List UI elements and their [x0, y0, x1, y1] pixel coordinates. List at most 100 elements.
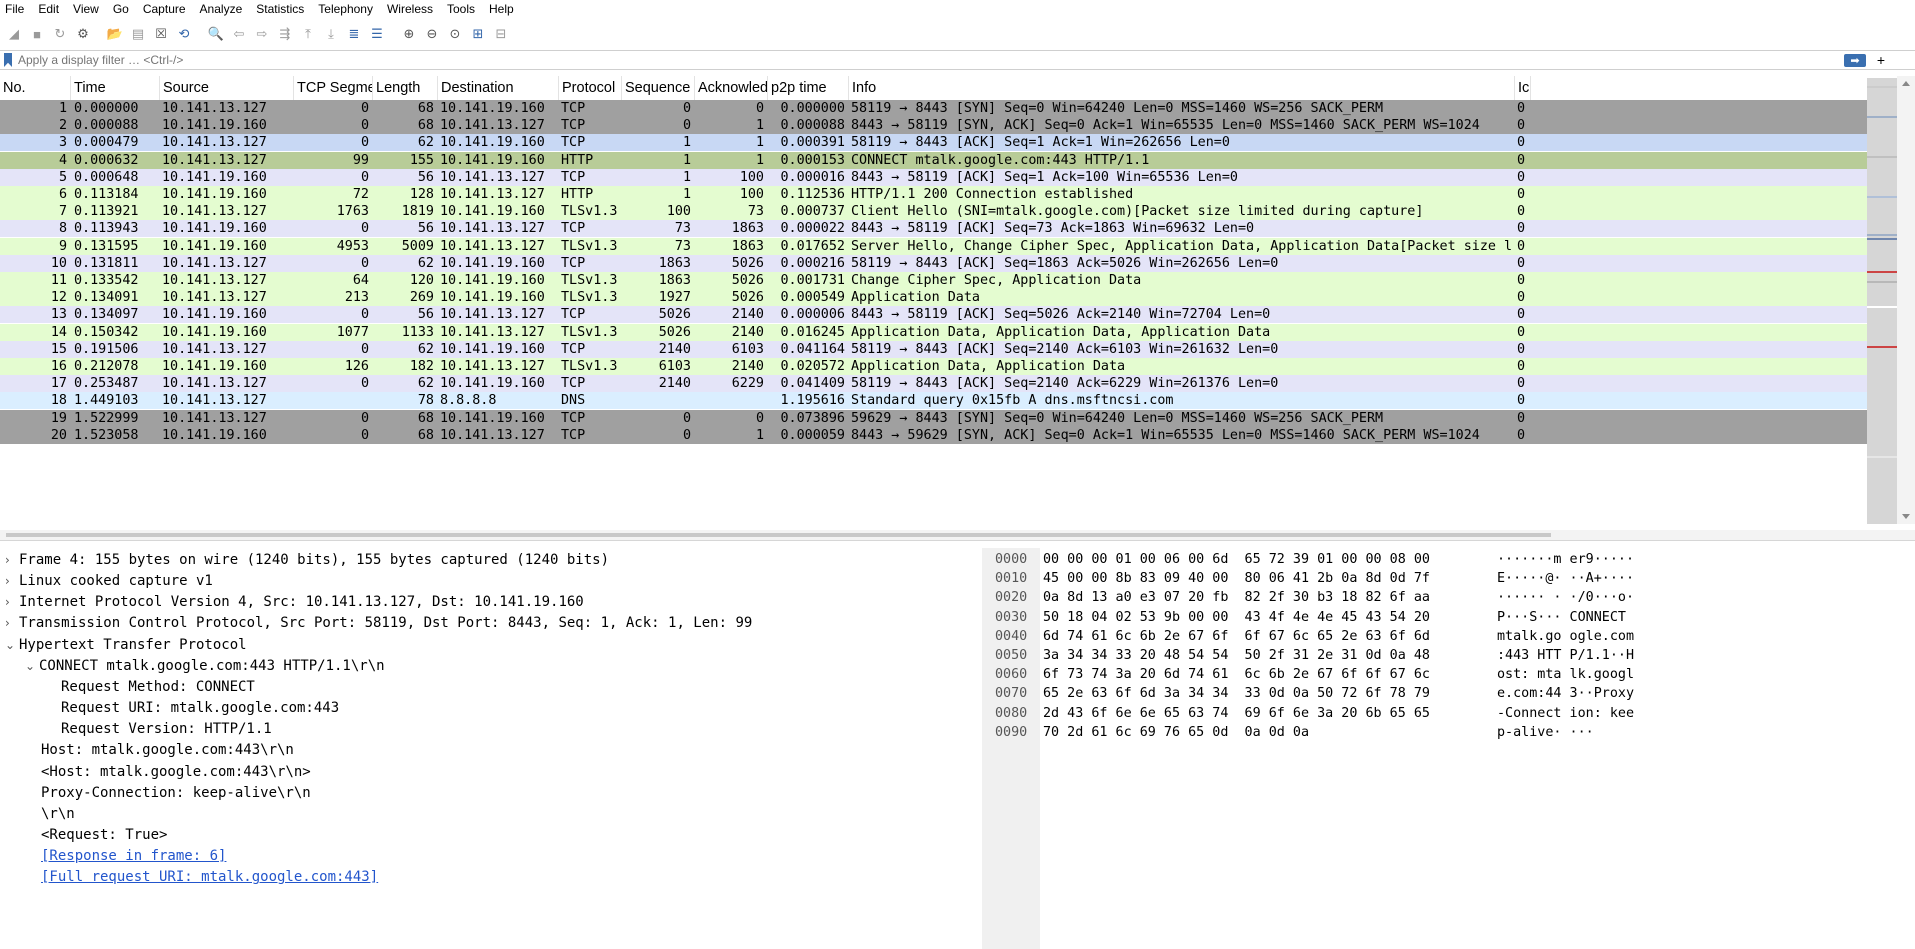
autoscroll-icon[interactable]: ≣	[344, 23, 364, 45]
packet-row[interactable]: 4 0.000632 10.141.13.127 99 155 10.141.19.160…	[0, 151, 1867, 169]
packet-row[interactable]: 12 0.134091 10.141.13.127 213 269 10.141.19.1…	[0, 289, 1867, 307]
hex-bytes[interactable]: 45 00 00 8b 83 09 40 00 80 06 41 2b 0a 8…	[1043, 569, 1430, 588]
tree-item[interactable]: <Host: mtalk.google.com:443\r\n>	[25, 762, 311, 783]
hex-ascii[interactable]: ·······m er9·····	[1497, 550, 1634, 569]
menu-wireless[interactable]: Wireless	[380, 0, 440, 18]
menu-analyze[interactable]: Analyze	[193, 0, 250, 18]
open-file-icon[interactable]: 📂	[105, 23, 125, 45]
tree-item[interactable]: › Linux cooked capture v1	[5, 571, 213, 592]
tree-item[interactable]: ⌄ CONNECT mtalk.google.com:443 HTTP/1.1\r…	[25, 656, 385, 677]
tree-link[interactable]: [Full request URI: mtalk.google.com:443]	[25, 867, 378, 888]
hex-bytes[interactable]: 70 2d 61 6c 69 76 65 0d 0a 0d 0a	[1043, 723, 1309, 742]
apply-filter-button[interactable]: ➡	[1844, 53, 1866, 67]
header-col-no[interactable]: No.	[0, 76, 71, 100]
hex-ascii[interactable]: P···S··· CONNECT	[1497, 608, 1634, 627]
packet-row[interactable]: 17 0.253487 10.141.13.127 0 62 10.141.19.160 T…	[0, 375, 1867, 393]
hscroll-thumb[interactable]	[6, 533, 1551, 537]
collapsed-caret-icon[interactable]: ›	[5, 550, 19, 571]
packet-row[interactable]: 14 0.150342 10.141.19.160 1077 1133 10.141.13…	[0, 323, 1867, 341]
hex-ascii[interactable]: -Connect ion: kee	[1497, 704, 1634, 723]
tree-item[interactable]: Proxy-Connection: keep-alive\r\n	[25, 783, 311, 804]
hex-bytes[interactable]: 2d 43 6f 6e 6e 65 63 74 69 6f 6e 3a 20 6…	[1043, 704, 1430, 723]
display-filter-input[interactable]	[18, 52, 1840, 68]
menu-go[interactable]: Go	[106, 0, 136, 18]
packet-row[interactable]: 10 0.131811 10.141.13.127 0 62 10.141.19.160 T…	[0, 254, 1867, 272]
close-file-icon[interactable]: ☒	[151, 23, 171, 45]
packet-row[interactable]: 15 0.191506 10.141.13.127 0 62 10.141.19.160 T…	[0, 340, 1867, 358]
menu-tools[interactable]: Tools	[440, 0, 482, 18]
menu-statistics[interactable]: Statistics	[249, 0, 311, 18]
shark-fin-start-icon[interactable]: ◢	[4, 23, 24, 45]
collapsed-caret-icon[interactable]: ›	[5, 613, 19, 634]
reload-file-icon[interactable]: ⟲	[174, 23, 194, 45]
menu-file[interactable]: File	[0, 0, 31, 18]
hex-bytes[interactable]: 00 00 00 01 00 06 00 6d 65 72 39 01 00 0…	[1043, 550, 1430, 569]
packet-list-scrollbar[interactable]	[1897, 76, 1915, 524]
packet-row[interactable]: 18 1.449103 10.141.13.127 78 8.8.8.8 DNS 1.195…	[0, 392, 1867, 410]
header-col-ic[interactable]: Ic	[1515, 76, 1531, 100]
packet-row[interactable]: 13 0.134097 10.141.19.160 0 56 10.141.13.127 T…	[0, 306, 1867, 324]
header-col-destination[interactable]: Destination	[438, 76, 559, 100]
tree-item[interactable]: › Internet Protocol Version 4, Src: 10.14…	[5, 592, 584, 613]
header-col-source[interactable]: Source	[160, 76, 294, 100]
colorize-icon[interactable]: ☰	[367, 23, 387, 45]
tree-item[interactable]: Request URI: mtalk.google.com:443	[45, 698, 339, 719]
save-file-icon[interactable]: ▤	[128, 23, 148, 45]
tree-label[interactable]: [Full request URI: mtalk.google.com:443]	[41, 869, 378, 885]
header-col-info[interactable]: Info	[849, 76, 1515, 100]
hex-ascii[interactable]: ······ · ·/0···o·	[1497, 588, 1634, 607]
header-col-length[interactable]: Length	[373, 76, 438, 100]
zoom-in-icon[interactable]: ⊕	[399, 23, 419, 45]
hex-bytes[interactable]: 6f 73 74 3a 20 6d 74 61 6c 6b 2e 67 6f 6…	[1043, 665, 1430, 684]
collapsed-caret-icon[interactable]: ›	[5, 592, 19, 613]
menu-telephony[interactable]: Telephony	[311, 0, 380, 18]
restart-capture-icon[interactable]: ↻	[50, 23, 70, 45]
tree-item[interactable]: <Request: True>	[25, 825, 167, 846]
tree-item[interactable]: › Transmission Control Protocol, Src Port…	[5, 613, 752, 634]
expanded-caret-icon[interactable]: ⌄	[5, 635, 19, 656]
packet-row[interactable]: 6 0.113184 10.141.19.160 72 128 10.141.13.127…	[0, 186, 1867, 203]
go-forward-icon[interactable]: ⇨	[252, 23, 272, 45]
expanded-caret-icon[interactable]: ⌄	[25, 656, 39, 677]
tree-item[interactable]: ⌄ Hypertext Transfer Protocol	[5, 635, 247, 656]
go-to-packet-icon[interactable]: ⇶	[275, 23, 295, 45]
add-filter-button[interactable]: +	[1872, 52, 1890, 68]
capture-options-icon[interactable]: ⚙	[73, 23, 93, 45]
tree-item[interactable]: Request Method: CONNECT	[45, 677, 255, 698]
go-back-icon[interactable]: ⇦	[229, 23, 249, 45]
normal-size-icon[interactable]: ⊙	[445, 23, 465, 45]
first-packet-icon[interactable]: ⤒	[298, 23, 318, 45]
tree-item[interactable]: Request Version: HTTP/1.1	[45, 719, 272, 740]
menu-edit[interactable]: Edit	[31, 0, 66, 18]
hex-ascii[interactable]: E·····@· ··A+····	[1497, 569, 1634, 588]
tree-label[interactable]: [Response in frame: 6]	[41, 848, 226, 864]
hex-ascii[interactable]: mtalk.go ogle.com	[1497, 627, 1634, 646]
header-col-p2p-time[interactable]: p2p time	[768, 76, 849, 100]
hex-ascii[interactable]: ost: mta lk.googl	[1497, 665, 1634, 684]
hex-bytes[interactable]: 50 18 04 02 53 9b 00 00 43 4f 4e 4e 45 4…	[1043, 608, 1430, 627]
menu-help[interactable]: Help	[482, 0, 521, 18]
packet-row[interactable]: 3 0.000479 10.141.13.127 0 62 10.141.19.160 TC…	[0, 134, 1867, 152]
packet-row[interactable]: 11 0.133542 10.141.13.127 64 120 10.141.19.16…	[0, 272, 1867, 289]
header-col-time[interactable]: Time	[71, 76, 160, 100]
zoom-out-icon[interactable]: ⊖	[422, 23, 442, 45]
details-scrollbar[interactable]	[982, 548, 990, 949]
packet-row[interactable]: 7 0.113921 10.141.13.127 1763 1819 10.141.19.…	[0, 203, 1867, 221]
stop-capture-icon[interactable]: ■	[27, 23, 47, 45]
hex-ascii[interactable]: e.com:44 3··Proxy	[1497, 684, 1634, 703]
packet-row[interactable]: 1 0.000000 10.141.13.127 0 68 10.141.19.160 TC…	[0, 100, 1867, 117]
packet-list-hscrollbar[interactable]	[0, 530, 1915, 540]
packet-row[interactable]: 16 0.212078 10.141.19.160 126 182 10.141.13.1…	[0, 358, 1867, 375]
packet-row[interactable]: 19 1.522999 10.141.13.127 0 68 10.141.19.160 T…	[0, 409, 1867, 427]
hex-bytes[interactable]: 6d 74 61 6c 6b 2e 67 6f 6f 67 6c 65 2e 6…	[1043, 627, 1430, 646]
header-col-sequence[interactable]: Sequence N	[622, 76, 695, 100]
layout-icon[interactable]: ⊟	[491, 23, 511, 45]
header-col-tcp-segment[interactable]: TCP Segmen	[294, 76, 373, 100]
tree-item[interactable]: › Frame 4: 155 bytes on wire (1240 bits),…	[5, 550, 609, 571]
packet-row[interactable]: 8 0.113943 10.141.19.160 0 56 10.141.13.127 TC…	[0, 220, 1867, 238]
tree-item[interactable]: \r\n	[25, 804, 75, 825]
hex-ascii[interactable]: :443 HTT P/1.1··H	[1497, 646, 1634, 665]
menu-view[interactable]: View	[66, 0, 106, 18]
filter-bookmark-icon[interactable]	[4, 53, 12, 67]
packet-row[interactable]: 20 1.523058 10.141.19.160 0 68 10.141.13.127 T…	[0, 426, 1867, 444]
